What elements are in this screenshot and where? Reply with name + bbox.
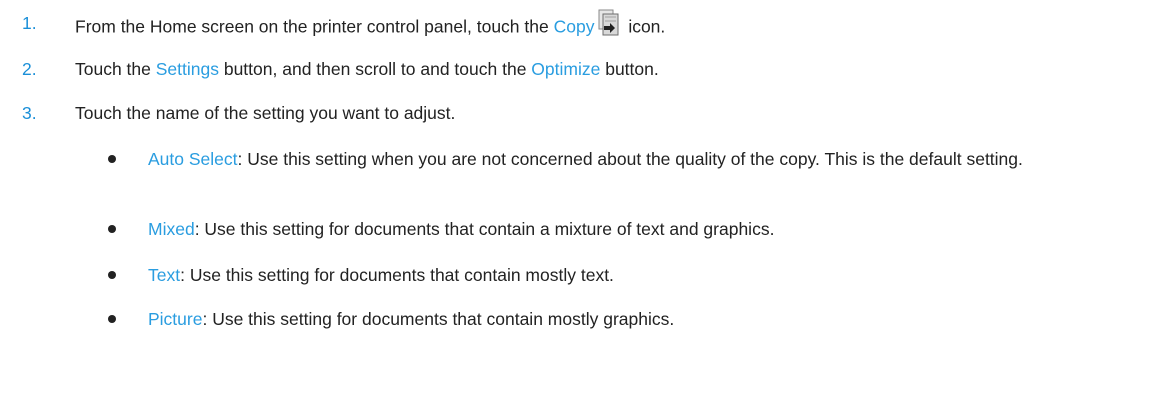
step-text-before: From the Home screen on the printer cont…	[75, 16, 554, 37]
option-name: Auto Select	[148, 149, 238, 169]
option-text: Text: Use this setting for documents tha…	[148, 262, 1158, 288]
option-name: Mixed	[148, 219, 195, 239]
step-text: Touch the name of the setting you want t…	[75, 103, 456, 123]
step-number: 1.	[22, 13, 37, 33]
step-text-after: icon.	[623, 16, 666, 37]
bullet-dot	[108, 315, 116, 323]
copy-link: Copy	[553, 16, 595, 37]
optimize-link: Optimize	[531, 59, 601, 79]
bullet-dot	[108, 225, 116, 233]
step-number: 2.	[22, 59, 37, 79]
step-text: Touch the Settings button, and then scro…	[75, 57, 659, 81]
settings-link: Settings	[155, 59, 219, 79]
instruction-document: 1. From the Home screen on the printer c…	[0, 0, 1172, 417]
option-text: Auto Select: Use this setting when you a…	[148, 146, 1158, 172]
bullet-dot	[108, 271, 116, 279]
option-description: : Use this setting for documents that co…	[194, 219, 775, 239]
option-description: : Use this setting for documents that co…	[202, 309, 675, 329]
option-text: Mixed: Use this setting for documents th…	[148, 216, 1158, 242]
option-text: Picture: Use this setting for documents …	[148, 306, 1158, 332]
copy-icon	[598, 9, 620, 43]
option-description: : Use this setting when you are not conc…	[237, 149, 1023, 169]
option-description: : Use this setting for documents that co…	[180, 265, 614, 285]
option-name: Picture	[148, 309, 203, 329]
step-text-after: button.	[600, 59, 659, 79]
step-text-before: Touch the	[75, 59, 156, 79]
step-text-middle: button, and then scroll to and touch the	[218, 59, 532, 79]
bullet-dot	[108, 155, 116, 163]
step-number: 3.	[22, 103, 37, 123]
step-text: From the Home screen on the printer cont…	[75, 9, 666, 45]
option-name: Text	[148, 265, 181, 285]
